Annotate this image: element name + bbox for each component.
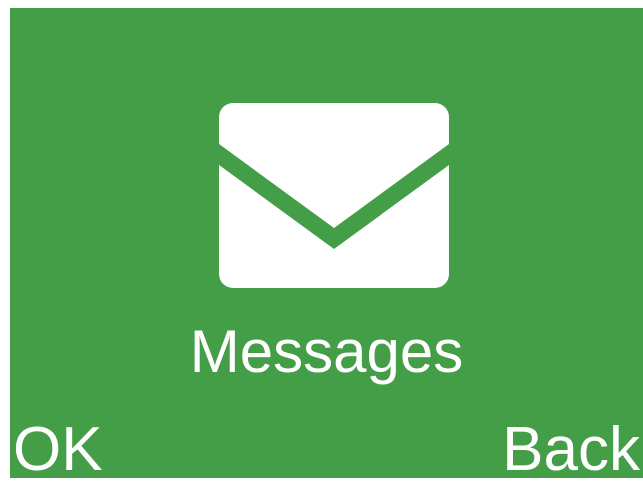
envelope-icon[interactable] <box>219 103 449 288</box>
ok-button[interactable]: OK <box>13 410 103 478</box>
back-button[interactable]: Back <box>502 410 640 478</box>
app-title: Messages <box>189 318 464 385</box>
phone-screen: Messages OK Back <box>10 8 643 478</box>
